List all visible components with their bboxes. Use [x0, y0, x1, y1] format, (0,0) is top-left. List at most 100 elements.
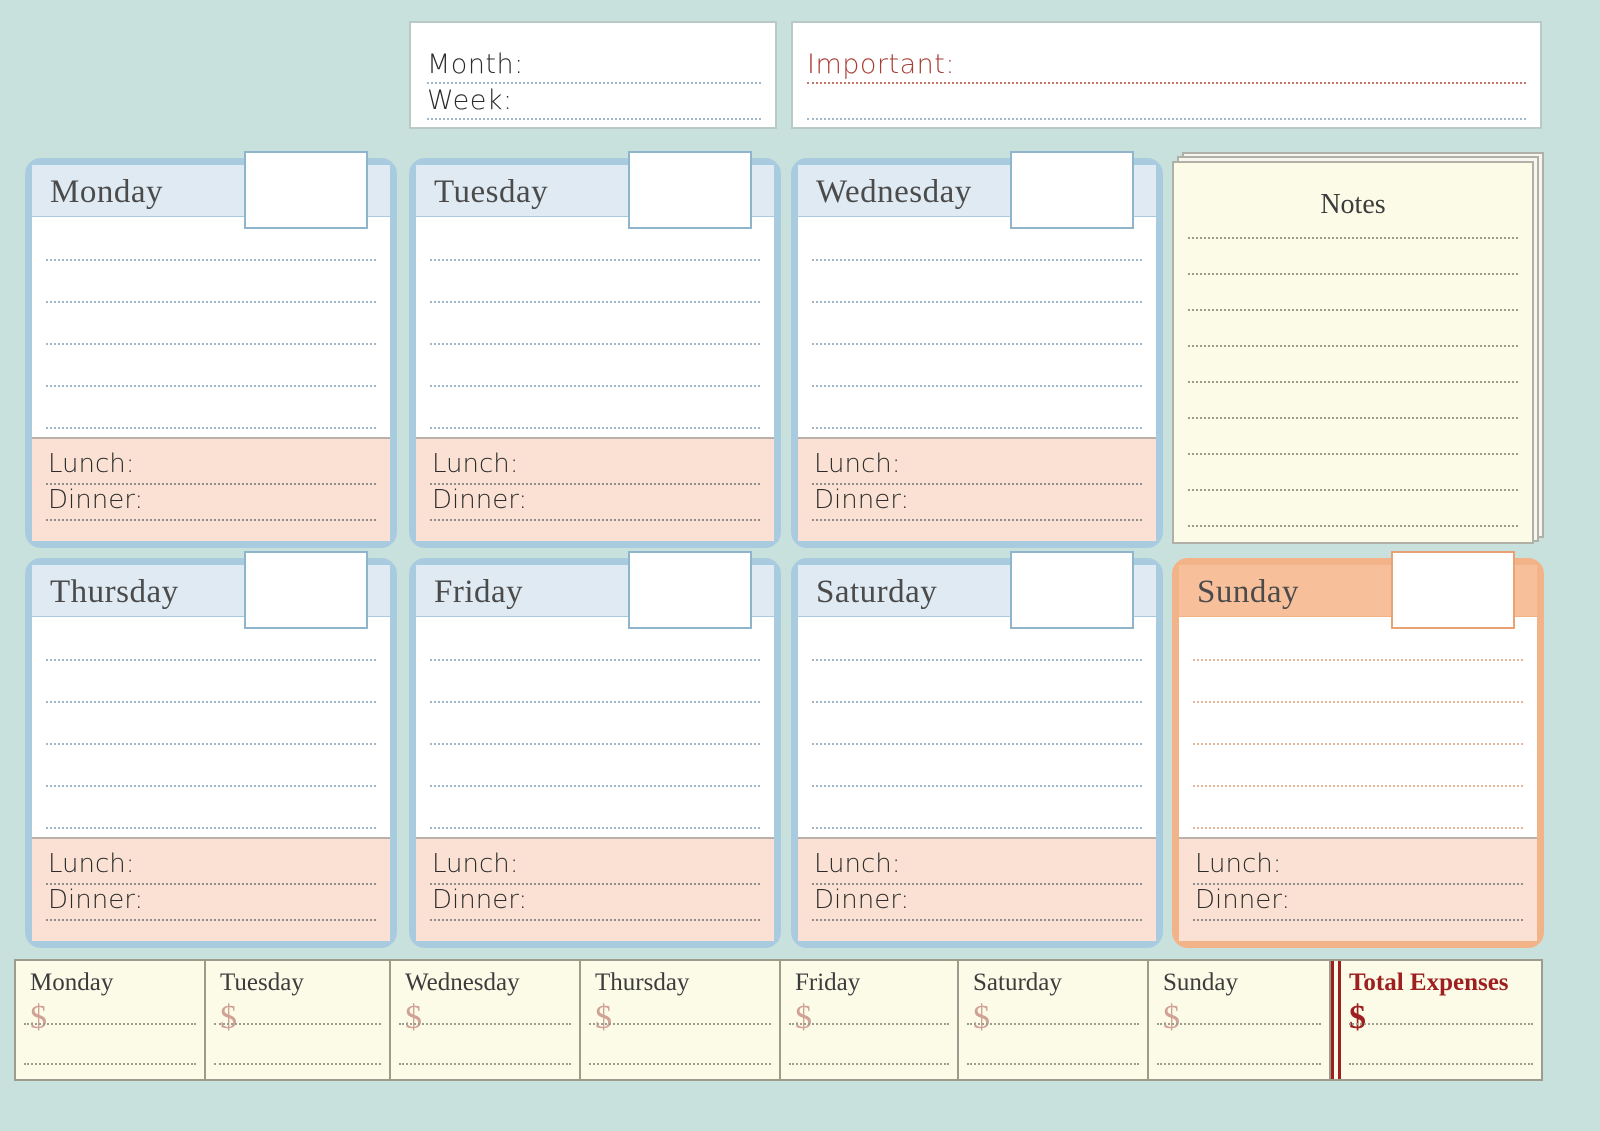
day-writing-line[interactable]: [812, 259, 1142, 261]
day-writing-line[interactable]: [430, 427, 760, 429]
notes-writing-line[interactable]: [1188, 489, 1518, 491]
expense-cell-wednesday[interactable]: Wednesday $: [391, 961, 581, 1079]
expense-cell-tuesday[interactable]: Tuesday $: [206, 961, 391, 1079]
notes-writing-line[interactable]: [1188, 381, 1518, 383]
day-writing-line[interactable]: [1193, 701, 1523, 703]
expense-day-label: Tuesday: [220, 969, 304, 996]
day-writing-line[interactable]: [812, 827, 1142, 829]
day-writing-line[interactable]: [1193, 659, 1523, 661]
notes-writing-line[interactable]: [1188, 417, 1518, 419]
month-writing-line[interactable]: [427, 82, 761, 84]
expense-extra-line[interactable]: [214, 1063, 381, 1065]
dinner-writing-line[interactable]: [430, 519, 760, 521]
day-writing-line[interactable]: [812, 785, 1142, 787]
day-writing-line[interactable]: [812, 385, 1142, 387]
day-writing-line[interactable]: [430, 659, 760, 661]
expense-amount-line[interactable]: [399, 1023, 571, 1025]
dinner-writing-line[interactable]: [430, 919, 760, 921]
day-writing-line[interactable]: [812, 427, 1142, 429]
date-box-friday[interactable]: [628, 551, 752, 629]
expense-amount-line[interactable]: [1157, 1023, 1321, 1025]
notes-writing-line[interactable]: [1188, 525, 1518, 527]
dinner-writing-line[interactable]: [1193, 919, 1523, 921]
expense-extra-line[interactable]: [399, 1063, 571, 1065]
notes-paper-front[interactable]: Notes: [1172, 161, 1534, 544]
expense-extra-line[interactable]: [967, 1063, 1139, 1065]
day-writing-line[interactable]: [46, 827, 376, 829]
day-title: Friday: [434, 574, 524, 610]
total-extra-line[interactable]: [1349, 1063, 1533, 1065]
expense-extra-line[interactable]: [24, 1063, 196, 1065]
important-writing-line-2[interactable]: [807, 118, 1526, 120]
day-body-wednesday[interactable]: [798, 217, 1156, 437]
meal-section-wednesday: Lunch: Dinner:: [798, 437, 1156, 541]
date-box-thursday[interactable]: [244, 551, 368, 629]
day-title: Wednesday: [816, 174, 972, 210]
day-body-thursday[interactable]: [32, 617, 390, 837]
expense-cell-saturday[interactable]: Saturday $: [959, 961, 1149, 1079]
expense-extra-line[interactable]: [589, 1063, 771, 1065]
week-writing-line[interactable]: [427, 118, 761, 120]
day-writing-line[interactable]: [430, 343, 760, 345]
day-writing-line[interactable]: [46, 701, 376, 703]
day-writing-line[interactable]: [1193, 785, 1523, 787]
day-writing-line[interactable]: [430, 827, 760, 829]
day-writing-line[interactable]: [46, 785, 376, 787]
day-writing-line[interactable]: [430, 301, 760, 303]
day-writing-line[interactable]: [1193, 743, 1523, 745]
expense-amount-line[interactable]: [589, 1023, 771, 1025]
notes-writing-line[interactable]: [1188, 273, 1518, 275]
day-writing-line[interactable]: [1193, 827, 1523, 829]
dinner-writing-line[interactable]: [46, 919, 376, 921]
day-writing-line[interactable]: [46, 659, 376, 661]
day-writing-line[interactable]: [46, 385, 376, 387]
day-writing-line[interactable]: [430, 701, 760, 703]
expense-extra-line[interactable]: [789, 1063, 949, 1065]
expense-amount-line[interactable]: [214, 1023, 381, 1025]
date-box-monday[interactable]: [244, 151, 368, 229]
day-writing-line[interactable]: [812, 743, 1142, 745]
important-writing-line-1[interactable]: [807, 82, 1526, 84]
day-writing-line[interactable]: [812, 343, 1142, 345]
total-amount-line[interactable]: [1349, 1023, 1533, 1025]
day-writing-line[interactable]: [812, 301, 1142, 303]
day-body-tuesday[interactable]: [416, 217, 774, 437]
expense-amount-line[interactable]: [24, 1023, 196, 1025]
notes-writing-line[interactable]: [1188, 309, 1518, 311]
day-writing-line[interactable]: [430, 259, 760, 261]
expense-cell-total[interactable]: Total Expenses $: [1331, 961, 1541, 1079]
expense-cell-thursday[interactable]: Thursday $: [581, 961, 781, 1079]
date-box-tuesday[interactable]: [628, 151, 752, 229]
day-writing-line[interactable]: [46, 301, 376, 303]
day-writing-line[interactable]: [46, 259, 376, 261]
day-body-saturday[interactable]: [798, 617, 1156, 837]
expense-cell-sunday[interactable]: Sunday $: [1149, 961, 1331, 1079]
day-writing-line[interactable]: [430, 385, 760, 387]
day-writing-line[interactable]: [430, 785, 760, 787]
day-writing-line[interactable]: [46, 743, 376, 745]
notes-writing-line[interactable]: [1188, 237, 1518, 239]
day-body-friday[interactable]: [416, 617, 774, 837]
expense-amount-line[interactable]: [789, 1023, 949, 1025]
notes-writing-line[interactable]: [1188, 345, 1518, 347]
lunch-label: Lunch:: [432, 849, 519, 879]
notes-writing-line[interactable]: [1188, 453, 1518, 455]
dinner-writing-line[interactable]: [812, 519, 1142, 521]
day-writing-line[interactable]: [430, 743, 760, 745]
day-writing-line[interactable]: [812, 659, 1142, 661]
date-box-saturday[interactable]: [1010, 551, 1134, 629]
month-week-box: Month: Week:: [409, 21, 777, 129]
expense-amount-line[interactable]: [967, 1023, 1139, 1025]
dinner-writing-line[interactable]: [46, 519, 376, 521]
date-box-wednesday[interactable]: [1010, 151, 1134, 229]
day-body-monday[interactable]: [32, 217, 390, 437]
expense-extra-line[interactable]: [1157, 1063, 1321, 1065]
dinner-writing-line[interactable]: [812, 919, 1142, 921]
date-box-sunday[interactable]: [1391, 551, 1515, 629]
day-writing-line[interactable]: [46, 343, 376, 345]
expense-cell-friday[interactable]: Friday $: [781, 961, 959, 1079]
day-writing-line[interactable]: [812, 701, 1142, 703]
expense-cell-monday[interactable]: Monday $: [16, 961, 206, 1079]
day-writing-line[interactable]: [46, 427, 376, 429]
day-body-sunday[interactable]: [1179, 617, 1537, 837]
